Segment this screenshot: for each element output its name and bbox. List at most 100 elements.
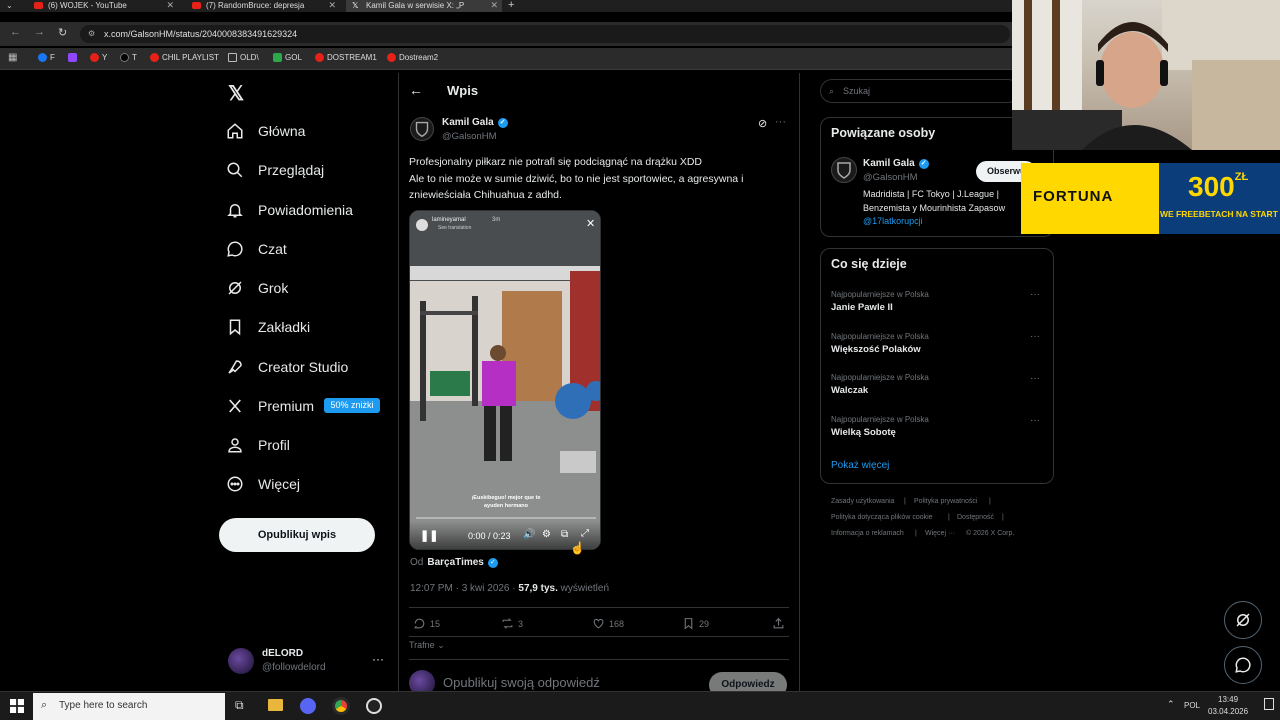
file-explorer-icon[interactable] — [268, 699, 283, 711]
sidebar-item-notifications[interactable]: Powiadomienia — [226, 197, 353, 223]
trend-more-icon[interactable]: ··· — [1030, 289, 1040, 300]
trend-more-icon[interactable]: ··· — [1030, 415, 1040, 426]
reply-button[interactable]: 15 — [413, 617, 440, 630]
twitch-icon[interactable] — [68, 53, 77, 62]
forward-icon[interactable]: → — [34, 26, 45, 38]
sidebar-item-grok[interactable]: Grok — [226, 275, 288, 301]
tab-list-button[interactable]: ⌄ — [6, 1, 13, 10]
notification-icon[interactable] — [1264, 698, 1274, 710]
bookmark-y[interactable]: Y — [90, 53, 107, 62]
x-logo-icon — [120, 53, 129, 62]
fullscreen-icon[interactable]: ⤢ — [581, 528, 589, 539]
obs-icon[interactable] — [366, 698, 382, 714]
trend-item[interactable]: Janie Pawle II — [831, 302, 893, 313]
close-tab-icon[interactable]: ✕ — [328, 0, 336, 11]
task-view-icon[interactable]: ⧉ — [235, 698, 244, 713]
sidebar-item-home[interactable]: Główna — [226, 118, 305, 144]
author-name[interactable]: Kamil Gala ✓ — [442, 117, 508, 128]
show-more-link[interactable]: Pokaż więcej — [831, 460, 889, 471]
post-timestamp[interactable]: 12:07 PM · 3 kwi 2026 · — [410, 583, 516, 594]
bookmark-count: 29 — [699, 618, 710, 629]
sidebar-item-bookmarks[interactable]: Zakładki — [226, 314, 310, 340]
sidebar-item-more[interactable]: Więcej — [226, 471, 300, 497]
volume-icon[interactable]: 🔊 — [523, 529, 535, 540]
video-progress-track[interactable] — [416, 517, 596, 519]
share-button[interactable] — [772, 617, 789, 630]
more-dots-icon[interactable]: ··· — [372, 652, 384, 666]
tab-youtube-wojek[interactable]: (6) WOJEK - YouTube ✕ — [28, 0, 178, 12]
close-tab-icon[interactable]: ✕ — [166, 0, 174, 11]
sidebar-item-explore[interactable]: Przeglądaj — [226, 157, 324, 183]
tray-chevron-icon[interactable]: ⌃ — [1167, 699, 1175, 710]
discord-icon[interactable] — [300, 698, 316, 714]
bookmark-dostream1[interactable]: DOSTREAM1 — [315, 53, 377, 62]
author-avatar[interactable] — [410, 117, 434, 141]
search-input[interactable]: ⌕ Szukaj — [820, 79, 1020, 103]
site-info-icon[interactable]: ⚙ — [88, 25, 95, 43]
reply-input[interactable]: Opublikuj swoją odpowiedź — [443, 675, 600, 690]
tab-x-post[interactable]: 𝕏 Kamil Gala w serwisie X: „P ✕ — [346, 0, 502, 12]
x-logo-icon[interactable]: 𝕏 — [228, 81, 244, 106]
bookmark-button[interactable]: 29 — [682, 617, 709, 630]
trend-item[interactable]: Większość Polaków — [831, 344, 921, 355]
bio-link[interactable]: @17latkorupcji — [863, 215, 1023, 229]
related-avatar[interactable] — [831, 157, 857, 183]
language-indicator[interactable]: POL — [1184, 701, 1200, 710]
reload-icon[interactable]: ↻ — [58, 26, 67, 39]
bookmark-old[interactable]: OLD\ — [228, 53, 259, 62]
grok-explain-icon[interactable]: ⊘ — [758, 117, 767, 130]
back-arrow-icon[interactable]: ← — [409, 82, 423, 98]
sort-label: Trafne — [409, 640, 435, 650]
video-player[interactable]: lamineyamal 3m See translation ✕ ¡Euskib… — [409, 210, 601, 550]
youtube-icon — [315, 53, 324, 62]
sidebar-item-creator-studio[interactable]: Creator Studio — [226, 354, 348, 380]
apps-grid-icon[interactable]: ▦ — [8, 52, 17, 63]
ad-brand: FORTUNA — [1033, 188, 1114, 205]
pause-icon[interactable]: ❚❚ — [420, 529, 438, 542]
grok-floating-button[interactable] — [1224, 601, 1262, 639]
reply-button[interactable]: Odpowiedz — [709, 672, 787, 692]
new-tab-button[interactable]: + — [508, 0, 514, 11]
trend-item[interactable]: Walczak — [831, 385, 868, 396]
close-tab-icon[interactable]: ✕ — [490, 0, 498, 11]
picture-in-picture-icon[interactable]: ⧉ — [561, 529, 568, 540]
footer-link[interactable]: Polityka dotycząca plików cookie — [831, 514, 933, 521]
taskbar-search[interactable]: ⌕ Type here to search — [33, 693, 225, 720]
bookmark-gol[interactable]: GOL — [273, 53, 302, 62]
settings-icon[interactable]: ⚙ — [542, 529, 551, 540]
footer-link[interactable]: Więcej ··· — [925, 530, 955, 537]
repost-button[interactable]: 3 — [501, 617, 523, 630]
account-switcher[interactable]: dELORD @followdelord ··· — [228, 646, 388, 678]
chrome-icon[interactable] — [332, 697, 350, 715]
post-more-icon[interactable]: ··· — [775, 116, 786, 128]
footer-link[interactable]: Dostępność — [957, 514, 994, 521]
windows-start-icon[interactable] — [10, 699, 24, 713]
url-field[interactable]: ⚙ x.com/GalsonHM/status/2040008383491629… — [80, 25, 1010, 43]
search-icon: ⌕ — [829, 86, 835, 96]
sidebar-item-profile[interactable]: Profil — [226, 432, 290, 458]
bookmark-f[interactable]: F — [38, 53, 55, 62]
source-link[interactable]: BarçaTimes — [427, 557, 484, 568]
post-button[interactable]: Opublikuj wpis — [219, 518, 375, 552]
reply-count: 15 — [430, 618, 441, 629]
tab-youtube-randombruce[interactable]: (7) RandomBruce: depresja ✕ — [186, 0, 340, 12]
footer-link[interactable]: Polityka prywatności — [914, 498, 977, 505]
footer-link[interactable]: Informacja o reklamach — [831, 530, 904, 537]
like-button[interactable]: 168 — [592, 617, 624, 630]
sort-dropdown[interactable]: Trafne ⌄ — [409, 640, 445, 651]
bookmark-dostream2[interactable]: Dostream2 — [387, 53, 438, 62]
related-name[interactable]: Kamil Gala ✓ — [863, 158, 929, 169]
author-handle[interactable]: @GalsonHM — [442, 131, 497, 142]
sidebar-item-premium[interactable]: Premium — [226, 393, 314, 419]
trend-more-icon[interactable]: ··· — [1030, 331, 1040, 342]
post-text-line: zniewieściała Chihuahua z adhd. — [409, 189, 562, 201]
footer-link[interactable]: Zasady użytkowania — [831, 498, 894, 505]
trend-more-icon[interactable]: ··· — [1030, 373, 1040, 384]
chat-floating-button[interactable] — [1224, 646, 1262, 684]
back-icon[interactable]: ← — [10, 26, 21, 38]
bookmark-t[interactable]: T — [120, 53, 137, 62]
trend-item[interactable]: Wielką Sobotę — [831, 427, 896, 438]
bookmark-chil-playlist[interactable]: CHIL PLAYLIST — [150, 53, 219, 62]
bell-icon — [227, 204, 243, 218]
sidebar-item-chat[interactable]: Czat — [226, 236, 287, 262]
